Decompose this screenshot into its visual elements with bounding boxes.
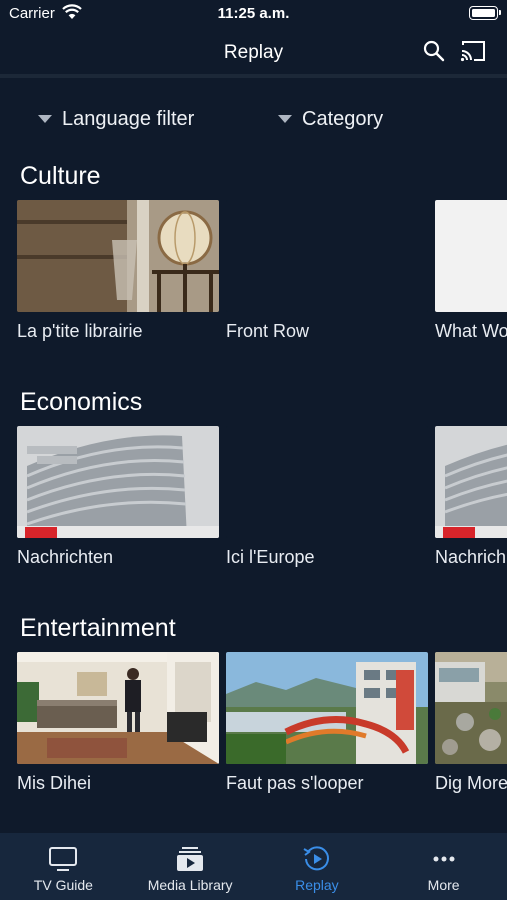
language-filter-dropdown[interactable]: Language filter [38,107,194,131]
section-title-culture: Culture [20,162,101,190]
caret-down-icon [278,115,292,123]
category-filter-dropdown[interactable]: Category [278,107,383,131]
section-row-entertainment[interactable]: Mis Dihei Faut pas s'looper Dig More [0,652,507,832]
section-row-economics[interactable]: Nachrichten Ici l'Europe Nachrich [0,426,507,606]
show-card[interactable]: What Wo [435,200,507,370]
section-row-culture[interactable]: La p'tite librairie Front Row What Wo [0,200,507,380]
show-thumbnail [435,652,507,764]
show-title: Mis Dihei [17,773,92,793]
tab-label: Media Library [147,877,233,893]
show-title: Nachrichten [17,547,114,567]
show-card[interactable]: Front Row [226,200,428,370]
language-filter-label: Language filter [62,107,195,130]
show-thumbnail [226,652,428,764]
battery-icon [469,6,501,20]
more-icon [433,856,455,862]
section-title-entertainment: Entertainment [20,614,176,642]
show-thumbnail [435,200,507,312]
show-thumbnail [17,426,219,538]
tab-label: TV Guide [33,877,93,893]
tab-more[interactable]: More [380,833,507,900]
category-filter-label: Category [302,107,384,130]
show-title: Faut pas s'looper [226,773,364,793]
tab-tv-guide[interactable]: TV Guide [0,833,127,900]
show-thumbnail [226,200,428,312]
search-icon[interactable] [422,39,446,63]
show-title: What Wo [435,321,507,341]
media-library-icon [177,847,204,871]
show-card[interactable]: Faut pas s'looper [226,652,428,822]
show-thumbnail [17,200,219,312]
replay-icon [303,846,329,871]
show-card[interactable]: La p'tite librairie [17,200,219,370]
show-title: Front Row [226,321,310,341]
show-card[interactable]: Ici l'Europe [226,426,428,596]
tab-label: Replay [295,877,339,893]
show-title: Nachrich [435,547,507,567]
show-title: Dig More [435,773,507,793]
tab-bar: TV Guide Media Library Replay More [0,833,507,900]
show-thumbnail [226,426,428,538]
tab-label: More [427,877,460,893]
nav-divider [0,74,507,78]
show-card[interactable]: Mis Dihei [17,652,219,822]
clock: 11:25 a.m. [217,5,290,22]
show-card[interactable]: Nachrichten [17,426,219,596]
show-title: Ici l'Europe [226,547,315,567]
show-title: La p'tite librairie [17,321,143,341]
caret-down-icon [38,115,52,123]
section-title-economics: Economics [20,388,143,416]
show-thumbnail [435,426,507,538]
tab-media-library[interactable]: Media Library [127,833,254,900]
cast-icon[interactable] [459,39,487,63]
status-bar: Carrier 11:25 a.m. [0,0,507,28]
show-card[interactable]: Nachrich [435,426,507,596]
navigation-bar: Replay [0,28,507,76]
tab-replay[interactable]: Replay [254,833,381,900]
show-card[interactable]: Dig More [435,652,507,822]
show-thumbnail [17,652,219,764]
tv-icon [49,847,78,871]
